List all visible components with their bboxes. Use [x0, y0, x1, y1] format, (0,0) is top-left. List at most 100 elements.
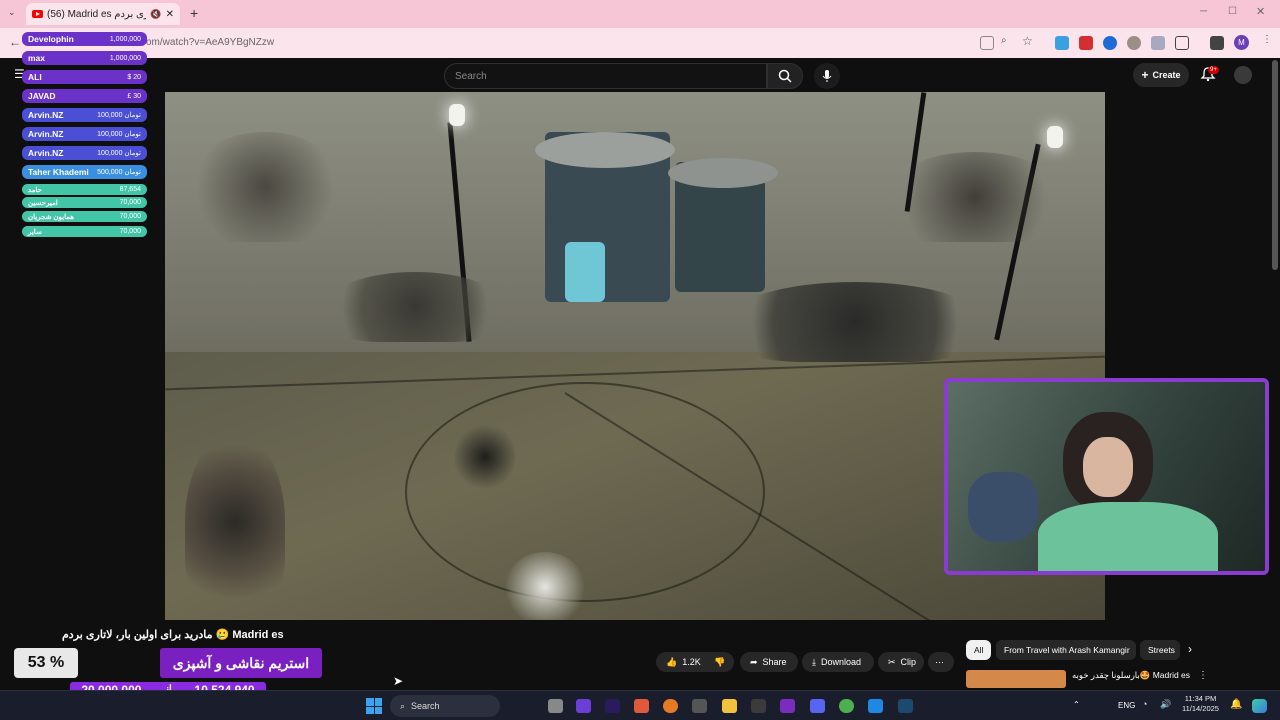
file-explorer-icon[interactable] [722, 699, 737, 713]
install-icon[interactable] [980, 36, 994, 50]
tip-amount: 70,000 [119, 213, 141, 220]
streamer-shirt [1038, 502, 1218, 571]
mouse-cursor: ➤ [393, 674, 404, 688]
tip-row: max 1,000,000 [22, 51, 147, 65]
close-tab-icon[interactable]: ✕ [166, 9, 174, 20]
clip-button[interactable]: ✂ Clip [878, 652, 924, 672]
windows-logo-tile [366, 706, 374, 714]
windows-logo-tile [374, 706, 382, 714]
app-icon[interactable] [780, 699, 795, 713]
tip-amount: 100,000 تومان [97, 112, 141, 119]
tip-amount: 70,000 [119, 199, 141, 206]
clock-time: 11:34 PM [1184, 694, 1217, 703]
crowd [505, 552, 585, 620]
language-indicator[interactable]: ENG [1118, 701, 1135, 710]
premiere-icon[interactable] [605, 699, 620, 713]
tip-name: max [28, 53, 46, 63]
plus-icon: + [1141, 68, 1149, 82]
crowd [885, 152, 1065, 242]
recommended-more-icon[interactable]: ⋮ [1198, 670, 1208, 681]
tip-name: JAVAD [28, 91, 56, 101]
more-actions-button[interactable]: ⋯ [928, 652, 954, 672]
lamp-light [449, 104, 465, 126]
crowd [185, 432, 285, 612]
download-button[interactable]: ⤓ Download [802, 652, 874, 672]
app-icon[interactable] [692, 699, 707, 713]
crowd [455, 422, 515, 492]
tip-row: JAVAD £ 30 [22, 89, 147, 103]
taskbar-search[interactable]: ⌕ Search [390, 695, 500, 717]
start-button[interactable] [366, 698, 382, 714]
share-button[interactable]: ➦ Share [740, 652, 798, 672]
task-view-icon[interactable] [548, 699, 563, 713]
profile-avatar[interactable]: M [1234, 35, 1249, 50]
thumbs-up-icon: 👍 [666, 656, 678, 667]
voice-search-button[interactable] [814, 63, 840, 89]
back-icon[interactable]: ← [9, 35, 21, 49]
search-input[interactable]: Search [444, 63, 767, 89]
chip-all[interactable]: All [966, 640, 992, 660]
app-icon[interactable] [751, 699, 766, 713]
mute-icon[interactable]: 🔇 [150, 9, 161, 20]
media-icon[interactable] [1210, 36, 1224, 50]
notifications-icon[interactable]: 🔔 [1230, 699, 1242, 710]
puzzle-icon[interactable] [1175, 36, 1189, 50]
download-icon: ⤓ [812, 656, 816, 667]
channel-avatar[interactable] [1234, 66, 1252, 84]
mic-icon [822, 70, 832, 82]
new-tab-icon[interactable]: + [190, 5, 198, 21]
tip-row: Develophin 1,000,000 [22, 32, 147, 46]
tip-row: امیرحسین 70,000 [22, 197, 147, 208]
chip-streets[interactable]: Streets [1140, 640, 1180, 660]
url-field[interactable]: om/watch?v=AeA9YBgNZzw [146, 37, 274, 48]
like-button[interactable]: 👍 1.2K [656, 652, 708, 672]
search-button[interactable] [767, 63, 803, 89]
app-icon[interactable] [634, 699, 649, 713]
dislike-button[interactable]: 👎 [708, 652, 734, 672]
windows-logo-tile [374, 698, 382, 706]
volume-icon[interactable]: 🔊 [1160, 699, 1171, 710]
red-extension-icon[interactable] [1079, 36, 1093, 50]
app-icon[interactable] [868, 699, 883, 713]
donation-banner: استریم نقاشی و آشپزی [160, 648, 322, 678]
system-clock[interactable]: 11:34 PM 11/14/2025 [1182, 694, 1219, 714]
wifi-icon[interactable]: ◔ [1142, 699, 1147, 709]
chip-channel[interactable]: From Travel with Arash Kamangir [996, 640, 1136, 660]
copilot-icon[interactable] [1252, 699, 1267, 713]
translate-extension-icon[interactable] [1055, 36, 1069, 50]
discord-icon[interactable] [810, 699, 825, 713]
firefox-icon[interactable] [663, 699, 678, 713]
minimize-icon[interactable]: ─ [1200, 6, 1207, 17]
browser-menu-icon[interactable]: ⋮ [1262, 34, 1272, 45]
tab-list-icon[interactable]: ⌄ [8, 7, 16, 18]
thumbs-down-icon: 👎 [714, 656, 726, 667]
extension-icon[interactable] [1127, 36, 1141, 50]
search-icon: ⌕ [400, 700, 406, 711]
tray-chevron-icon[interactable]: ⌃ [1073, 700, 1080, 709]
browser-tab[interactable]: (56) Madrid es لاتاری بردم 🔇 ✕ [26, 3, 180, 25]
chrome-icon[interactable] [839, 699, 854, 713]
tip-amount: 100,000 تومان [97, 131, 141, 138]
tip-row: ALI $ 20 [22, 70, 147, 84]
chip-next-icon[interactable]: › [1188, 642, 1192, 656]
shield-extension-icon[interactable] [1151, 36, 1165, 50]
tip-row: Taher Khademi 500,000 تومان [22, 165, 147, 179]
plaza-circle [405, 382, 765, 602]
tip-amount: 1,000,000 [109, 35, 141, 43]
page-scrollbar[interactable] [1272, 60, 1278, 270]
steam-icon[interactable] [898, 699, 913, 713]
app-icon[interactable] [576, 699, 591, 713]
close-window-icon[interactable]: ✕ [1256, 5, 1265, 18]
bookmark-star-icon[interactable]: ☆ [1022, 34, 1033, 48]
zoom-icon[interactable]: ⌕ [1001, 35, 1007, 46]
create-button[interactable]: + Create [1133, 63, 1189, 87]
tip-amount: 100,000 تومان [97, 150, 141, 157]
blue-extension-icon[interactable] [1103, 36, 1117, 50]
crowd [185, 132, 345, 242]
tip-name: Taher Khademi [28, 167, 89, 177]
recommended-thumbnail[interactable] [966, 670, 1066, 688]
tip-row: Arvin.NZ 100,000 تومان [22, 146, 147, 160]
recommended-title[interactable]: بارسلونا چقدر خوبه🤩 Madrid es [1072, 670, 1190, 681]
maximize-icon[interactable]: ☐ [1228, 6, 1237, 17]
youtube-header: ☰ Search + Create [0, 58, 1280, 92]
